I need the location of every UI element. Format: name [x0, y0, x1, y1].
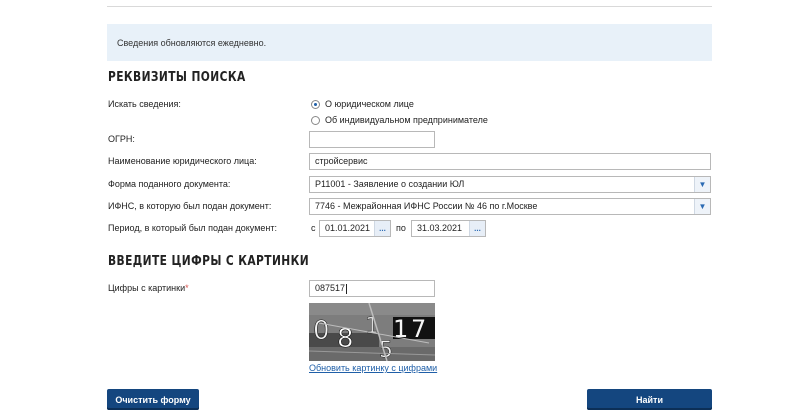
radio-legal-entity-label: О юридическом лице: [325, 99, 414, 109]
required-mark: *: [185, 283, 189, 293]
text-caret: [346, 283, 348, 294]
svg-text:7: 7: [411, 315, 426, 343]
radio-button-selected[interactable]: [311, 99, 320, 109]
radio-individual-entrepreneur[interactable]: Об индивидуальном предпринимателе: [311, 115, 488, 125]
period-from-input[interactable]: 01.01.2021 ...: [319, 220, 391, 237]
clear-form-button[interactable]: Очистить форму: [107, 389, 199, 410]
ifns-select[interactable]: 7746 - Межрайонная ИФНС России № 46 по г…: [309, 198, 711, 215]
period-from-prefix: с: [311, 223, 316, 233]
notice-text: Сведения обновляются ежедневно.: [117, 37, 267, 48]
captcha-image-graphic: 0 8 1 5 1 7: [309, 303, 435, 361]
period-from-value: 01.01.2021: [325, 223, 371, 233]
chevron-down-icon[interactable]: ▼: [694, 199, 710, 214]
top-divider: [107, 6, 712, 7]
calendar-picker-button[interactable]: ...: [469, 221, 485, 236]
captcha-image: 0 8 1 5 1 7: [309, 303, 435, 361]
ogrn-label: ОГРН:: [108, 134, 135, 144]
captcha-digits-label: Цифры с картинки*: [108, 283, 189, 293]
doc-form-select[interactable]: Р11001 - Заявление о создании ЮЛ ▼: [309, 176, 711, 193]
search-for-label: Искать сведения:: [108, 99, 181, 109]
captcha-digits-label-text: Цифры с картинки: [108, 283, 186, 293]
search-section-title: РЕКВИЗИТЫ ПОИСКА: [108, 70, 246, 85]
radio-button[interactable]: [311, 115, 320, 125]
ifns-value: 7746 - Межрайонная ИФНС России № 46 по г…: [315, 201, 538, 211]
doc-form-value: Р11001 - Заявление о создании ЮЛ: [315, 179, 465, 189]
find-button[interactable]: Найти: [587, 389, 712, 410]
period-to-prefix: по: [396, 223, 406, 233]
name-label: Наименование юридического лица:: [108, 156, 257, 166]
info-notice: Сведения обновляются ежедневно.: [107, 24, 712, 61]
ifns-label: ИФНС, в которую был подан документ:: [108, 201, 272, 211]
ogrn-input[interactable]: [309, 131, 435, 148]
svg-text:0: 0: [313, 316, 330, 346]
captcha-section-title: ВВЕДИТЕ ЦИФРЫ С КАРТИНКИ: [108, 254, 310, 269]
chevron-down-icon[interactable]: ▼: [694, 177, 710, 192]
name-input[interactable]: стройсервис: [309, 153, 711, 170]
captcha-input[interactable]: 087517: [309, 280, 435, 297]
radio-individual-label: Об индивидуальном предпринимателе: [325, 115, 488, 125]
period-to-value: 31.03.2021: [417, 223, 463, 233]
calendar-picker-button[interactable]: ...: [374, 221, 390, 236]
captcha-input-value: 087517: [315, 283, 346, 293]
radio-legal-entity[interactable]: О юридическом лице: [311, 99, 414, 109]
doc-form-label: Форма поданного документа:: [108, 179, 231, 189]
period-label: Период, в который был подан документ:: [108, 223, 277, 233]
period-to-input[interactable]: 31.03.2021 ...: [411, 220, 486, 237]
refresh-captcha-link[interactable]: Обновить картинку с цифрами: [309, 363, 437, 373]
